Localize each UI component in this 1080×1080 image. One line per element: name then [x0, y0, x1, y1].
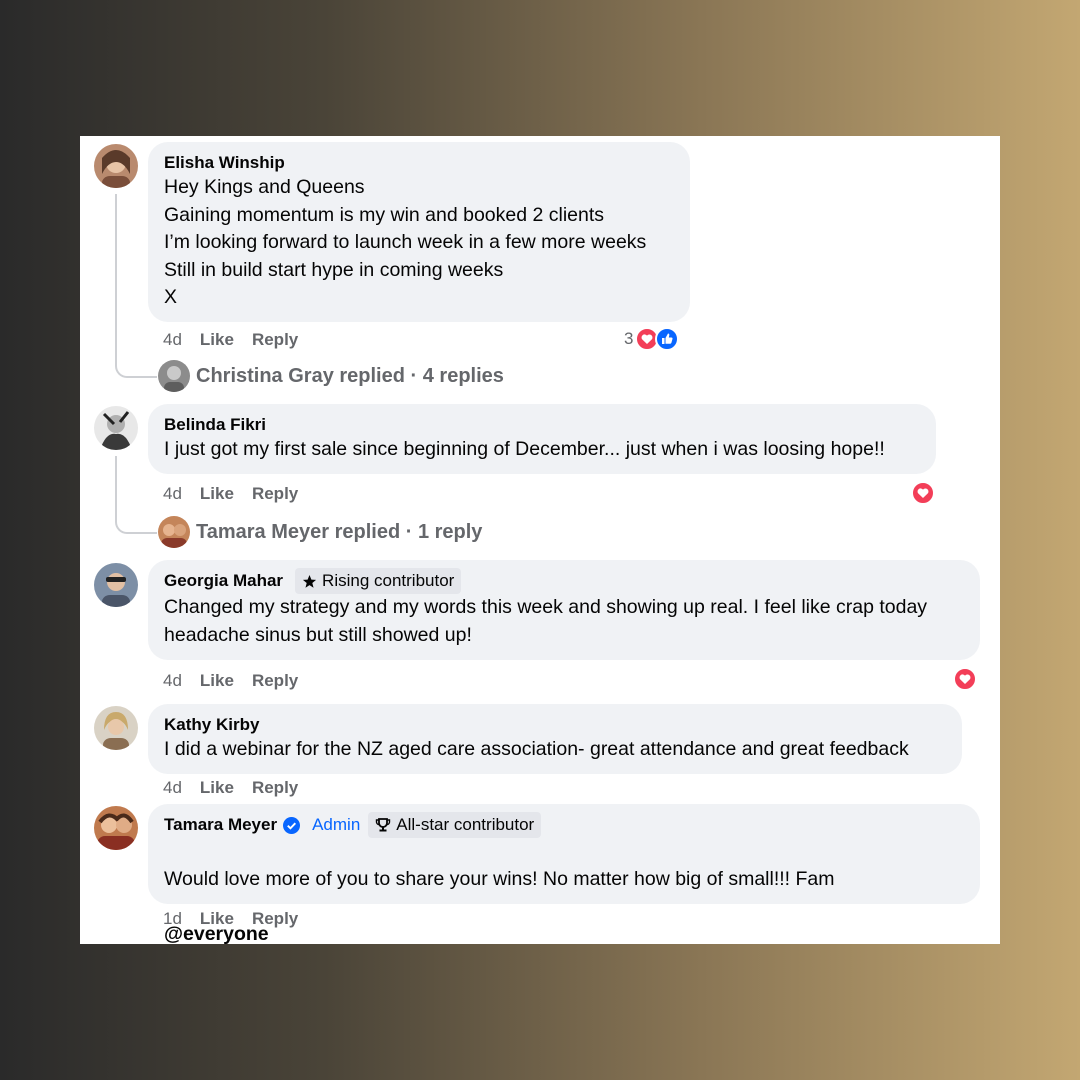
- avatar-tamara-meyer[interactable]: [94, 806, 138, 850]
- reply-button[interactable]: Reply: [252, 778, 298, 798]
- reaction-summary[interactable]: [911, 481, 935, 505]
- comment-timestamp[interactable]: 4d: [163, 330, 182, 350]
- comment-author[interactable]: Elisha Winship: [164, 153, 285, 173]
- reaction-summary[interactable]: 3: [624, 327, 680, 351]
- comment-actions: 4d Like Reply: [163, 671, 298, 691]
- comment-actions: 4d Like Reply: [163, 330, 298, 350]
- comment-text: I did a webinar for the NZ aged care ass…: [164, 738, 909, 760]
- star-icon: [302, 574, 317, 588]
- replies-text: Tamara Meyer replied · 1 reply: [196, 520, 483, 543]
- contributor-badge[interactable]: Rising contributor: [295, 568, 462, 594]
- comment-bubble: Tamara Meyer Admin All-star contributor …: [148, 804, 980, 945]
- comment-bubble: Georgia Mahar Rising contributor Changed…: [148, 560, 980, 660]
- comment-text: Would love more of you to share your win…: [164, 867, 835, 890]
- comment-bubble: Kathy Kirby I did a webinar for the NZ a…: [148, 704, 962, 774]
- view-replies-link[interactable]: Tamara Meyer replied · 1 reply: [158, 516, 482, 548]
- replies-text: Christina Gray replied · 4 replies: [196, 364, 504, 387]
- comments-panel: Elisha Winship Hey Kings and Queens Gain…: [80, 136, 1000, 945]
- comment-bubble: Elisha Winship Hey Kings and Queens Gain…: [148, 142, 690, 322]
- comment-bubble: Belinda Fikri I just got my first sale s…: [148, 404, 936, 474]
- like-button[interactable]: Like: [200, 484, 234, 504]
- reply-button[interactable]: Reply: [252, 484, 298, 504]
- like-button[interactable]: Like: [200, 671, 234, 691]
- badge-label: All-star contributor: [396, 815, 535, 834]
- comment-actions: 4d Like Reply: [163, 778, 298, 798]
- avatar-belinda-fikri[interactable]: [94, 406, 138, 450]
- like-button[interactable]: Like: [200, 778, 234, 798]
- view-replies-link[interactable]: Christina Gray replied · 4 replies: [158, 360, 504, 392]
- comment-author[interactable]: Kathy Kirby: [164, 715, 259, 735]
- comment-timestamp[interactable]: 4d: [163, 671, 182, 691]
- verified-icon: [283, 816, 301, 834]
- avatar-tamara-meyer: [158, 516, 190, 548]
- admin-label[interactable]: Admin: [312, 815, 360, 835]
- reply-button[interactable]: Reply: [252, 909, 298, 929]
- thread-line: [115, 456, 157, 534]
- reaction-count: 3: [624, 329, 634, 348]
- comment-text: Changed my strategy and my words this we…: [164, 596, 928, 646]
- comment-author[interactable]: Tamara Meyer: [164, 815, 277, 835]
- love-icon: [953, 667, 977, 691]
- avatar-georgia-mahar[interactable]: [94, 563, 138, 607]
- avatar-kathy-kirby[interactable]: [94, 706, 138, 750]
- avatar-christina-gray: [158, 360, 190, 392]
- comment-actions: 1d Like Reply: [163, 909, 298, 929]
- comment-text: Hey Kings and Queens Gaining momentum is…: [164, 176, 647, 308]
- contributor-badge[interactable]: All-star contributor: [368, 812, 542, 838]
- comment-author[interactable]: Georgia Mahar: [164, 571, 283, 591]
- comment-actions: 4d Like Reply: [163, 484, 298, 504]
- like-icon: [655, 327, 680, 351]
- trophy-icon: [376, 818, 391, 832]
- love-icon: [911, 481, 935, 505]
- comment-author[interactable]: Belinda Fikri: [164, 415, 266, 435]
- comment-timestamp[interactable]: 4d: [163, 778, 182, 798]
- comment-text: I just got my first sale since beginning…: [164, 438, 885, 460]
- reply-button[interactable]: Reply: [252, 330, 298, 350]
- thread-line: [115, 194, 157, 378]
- comment-timestamp[interactable]: 4d: [163, 484, 182, 504]
- reaction-summary[interactable]: [953, 667, 977, 691]
- like-button[interactable]: Like: [200, 909, 234, 929]
- like-button[interactable]: Like: [200, 330, 234, 350]
- badge-label: Rising contributor: [322, 571, 455, 590]
- comment-timestamp[interactable]: 1d: [163, 909, 182, 929]
- avatar-elisha-winship[interactable]: [94, 144, 138, 188]
- reply-button[interactable]: Reply: [252, 671, 298, 691]
